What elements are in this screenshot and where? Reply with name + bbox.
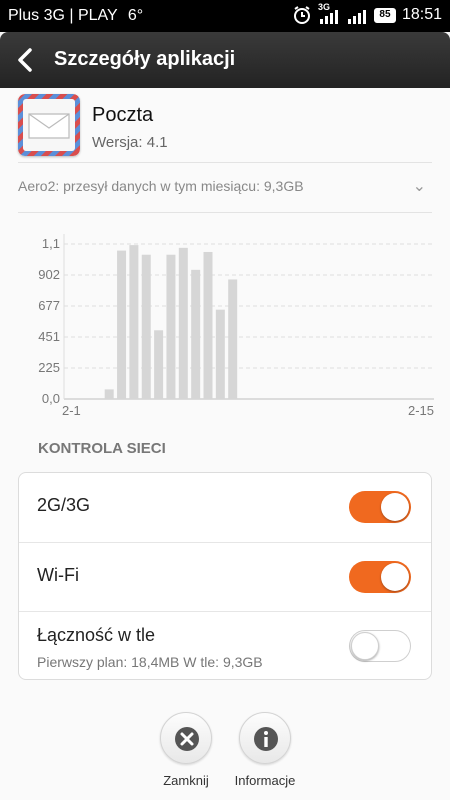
y-tick-label: 1,1 (42, 236, 60, 251)
info-button-circle (239, 712, 291, 764)
bottom-actions: Zamknij Informacje (0, 712, 450, 800)
carrier-text: Plus 3G | PLAY 6° (8, 7, 143, 25)
y-tick-label: 902 (38, 267, 60, 282)
chart-svg: 1,1 902 677 451 225 0,02-1 2-15 (38, 234, 434, 418)
row-sublabel: Pierwszy plan: 18,4MB W tle: 9,3GB (37, 654, 263, 670)
x-start-label: 2-1 (62, 403, 81, 418)
clock: 18:51 (401, 6, 442, 23)
row-label: Wi-Fi (37, 565, 79, 585)
chart-bar (203, 251, 213, 399)
network-row-wifi: Wi-Fi (19, 542, 431, 611)
chart-bar (129, 245, 139, 399)
app-details-content: Poczta Wersja: 4.1 Aero2: przesył danych… (0, 88, 450, 800)
temperature-label: 6° (127, 7, 144, 24)
row-label: Łączność w tle (37, 625, 156, 645)
chart-bar (191, 269, 201, 399)
y-tick-label: 225 (38, 360, 60, 375)
section-title: KONTROLA SIECI (38, 440, 166, 457)
toggle-knob (351, 631, 379, 660)
close-button-circle (160, 712, 212, 764)
divider (18, 162, 432, 163)
data-usage-text: Aero2: przesył danych w tym miesiącu: 9,… (18, 178, 304, 194)
app-version: Wersja: 4.1 (92, 134, 168, 151)
app-header: Szczegóły aplikacji (0, 32, 450, 88)
divider (18, 212, 432, 213)
toggle-knob (381, 563, 409, 591)
info-button-label: Informacje (234, 773, 296, 788)
network-control-card: 2G/3G Wi-Fi Łączność w tle Pierwszy plan… (18, 472, 432, 680)
toggle-knob (381, 493, 409, 521)
chart-bar (141, 254, 151, 399)
battery-icon: 85 (373, 7, 396, 23)
app-name: Poczta (92, 104, 154, 126)
info-icon (254, 727, 278, 751)
data-usage-selector[interactable]: Aero2: przesył danych w tym miesiącu: 9,… (18, 178, 432, 200)
chart-bar (104, 389, 114, 399)
close-icon (175, 727, 199, 751)
app-info: Poczta Wersja: 4.1 (18, 94, 432, 164)
alarm-icon (293, 6, 310, 24)
toggle-2g3g[interactable] (349, 491, 411, 523)
chevron-down-icon: ⌄ (412, 178, 426, 195)
network-row-2g3g: 2G/3G (19, 473, 431, 542)
back-arrow-icon[interactable] (12, 46, 40, 74)
chart-bar (117, 250, 127, 399)
info-button[interactable]: Informacje (215, 712, 315, 800)
chart-bar (154, 330, 164, 399)
y-tick-label: 677 (38, 298, 60, 313)
toggle-wifi[interactable] (349, 561, 411, 593)
y-tick-label: 451 (38, 329, 60, 344)
network-row-background: Łączność w tle Pierwszy plan: 18,4MB W t… (19, 611, 431, 680)
carrier-label: Plus 3G | PLAY (8, 7, 118, 24)
chart-bar (166, 254, 176, 399)
chart-bar (178, 247, 188, 399)
signal-icon (347, 10, 366, 24)
chart-bar (228, 279, 238, 399)
chart-bar (215, 309, 225, 399)
page-title: Szczegóły aplikacji (54, 48, 236, 70)
y-tick-label: 0,0 (42, 391, 60, 406)
data-usage-chart: 1,1 902 677 451 225 0,0 2-1 2-15 (20, 220, 440, 430)
mail-app-icon (18, 94, 80, 156)
status-icons: 3G 85 18:51 (292, 2, 442, 25)
signal-3g-icon: 3G (318, 2, 340, 25)
x-end-label: 2-15 (408, 403, 434, 418)
toggle-background[interactable] (349, 630, 411, 662)
status-bar: Plus 3G | PLAY 6° 3G 85 18:51 (0, 0, 450, 32)
row-label: 2G/3G (37, 495, 91, 515)
